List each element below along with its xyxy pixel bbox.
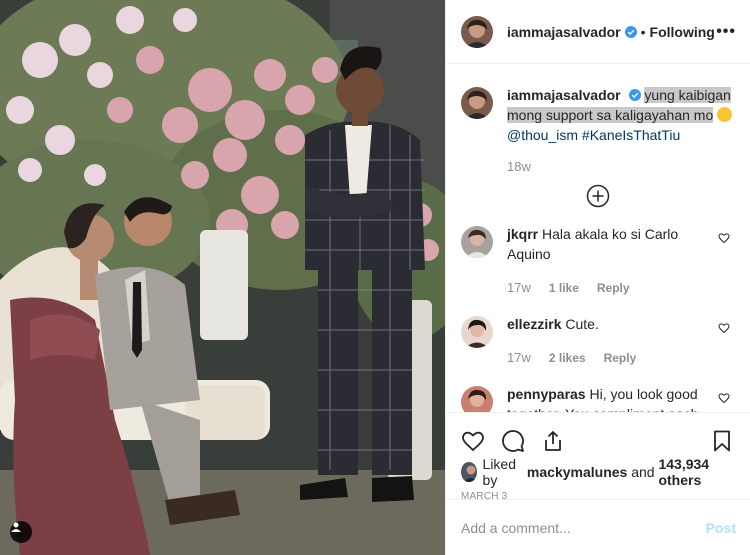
commenter-username[interactable]: pennyparas [507,386,586,402]
likes-others-count[interactable]: 143,934 others [658,456,734,488]
post-actions: Liked by mackymalunes and 143,934 others… [446,412,750,502]
comment-meta: 17w 2 likes Reply [507,348,707,368]
bookmark-icon[interactable] [710,429,734,453]
following-button[interactable]: Following [650,24,715,40]
caption-hashtag-link[interactable]: #KaneIsThatTiu [582,127,680,143]
heart-icon[interactable] [461,429,485,453]
grinning-emoji-icon [717,107,733,122]
post-header: iammajasalvador • Following ••• [446,0,750,64]
post-image-illustration [0,0,445,555]
add-comment-bar: Post [446,499,750,555]
verified-badge-icon [624,25,637,38]
liker-avatar[interactable] [461,462,477,482]
comment-heart-icon[interactable] [718,392,730,404]
user-tag-icon[interactable] [10,521,32,543]
likes-summary: Liked by mackymalunes and 143,934 others [461,456,734,488]
comment-content: jkqrr Hala akala ko si Carlo Aquino 17w … [507,224,707,298]
comments-list[interactable]: iammajasalvador yung kaibigan mong suppo… [446,65,750,413]
likes-prefix: Liked by [482,456,516,488]
comment-input[interactable] [461,519,706,536]
caption-username[interactable]: iammajasalvador [507,87,621,103]
comment-icon[interactable] [501,429,525,453]
caption-text: iammajasalvador yung kaibigan mong suppo… [507,85,736,145]
comment-reply-button[interactable]: Reply [597,278,630,298]
post-caption: iammajasalvador yung kaibigan mong suppo… [446,65,750,145]
post-side-panel: iammajasalvador • Following ••• iammajas… [445,0,750,555]
comment-likes-count[interactable]: 1 like [549,278,579,298]
liker-username[interactable]: mackymalunes [527,464,627,480]
commenter-avatar[interactable] [461,386,493,413]
comment-heart-icon[interactable] [718,322,730,334]
commenter-avatar[interactable] [461,316,493,348]
post-comment-button[interactable]: Post [706,520,736,536]
comment-time: 17w [507,350,531,365]
comment-meta: 17w 1 like Reply [507,278,707,298]
verified-badge-icon [628,89,641,101]
author-username[interactable]: iammajasalvador [507,24,621,40]
plus-circle-icon[interactable] [586,184,610,208]
comment-text: Cute. [565,316,599,332]
comment-time: 17w [507,280,531,295]
likes-connector: and [631,464,655,480]
caption-avatar[interactable] [461,87,493,119]
commenter-username[interactable]: jkqrr [507,226,538,242]
caption-timestamp: 18w [507,159,531,174]
comment-content: pennyparas Hi, you look good together. Y… [507,384,707,413]
comment-item: jkqrr Hala akala ko si Carlo Aquino 17w … [446,224,750,298]
header-separator: • [640,23,646,40]
comment-heart-icon[interactable] [718,232,730,244]
comment-item: ellezzirk Cute. 17w 2 likes Reply [446,314,750,368]
share-icon[interactable] [541,429,565,453]
commenter-username[interactable]: ellezzirk [507,316,561,332]
caption-mention-link[interactable]: @thou_ism [507,127,578,143]
comment-item: pennyparas Hi, you look good together. Y… [446,384,750,413]
post-photo[interactable] [0,0,445,555]
comment-content: ellezzirk Cute. 17w 2 likes Reply [507,314,707,368]
comment-likes-count[interactable]: 2 likes [549,348,586,368]
more-options-button[interactable]: ••• [716,23,736,41]
action-icons-row [461,421,734,461]
comment-reply-button[interactable]: Reply [604,348,637,368]
commenter-avatar[interactable] [461,226,493,258]
author-avatar[interactable] [461,15,493,48]
